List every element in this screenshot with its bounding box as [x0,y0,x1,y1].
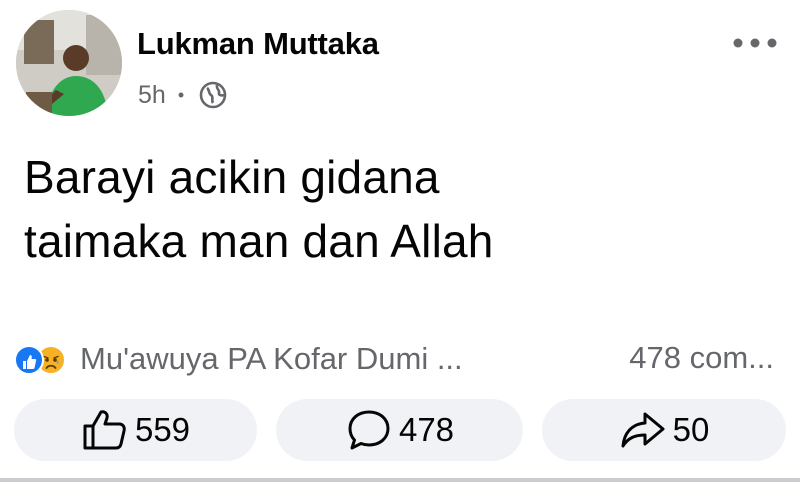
like-button[interactable]: 559 [14,399,257,461]
post-text: Barayi acikin gidana taimaka man dan All… [24,145,764,273]
thumbs-up-icon [83,410,126,450]
divider [0,478,800,482]
post-time[interactable]: 5h [138,81,166,110]
reactions-summary: Mu'awuya PA Kofar Dumi ... 478 com... [14,338,784,380]
globe-icon[interactable] [198,80,228,110]
avatar-photo [16,10,122,116]
author-name[interactable]: Lukman Muttaka [137,26,379,62]
post-meta: 5h • [138,78,228,112]
post-text-line: Barayi acikin gidana [24,151,440,203]
post-text-line: taimaka man dan Allah [24,215,494,267]
meta-separator: • [177,84,185,105]
reaction-icons[interactable] [14,341,78,377]
comments-count[interactable]: 478 com... [629,340,774,376]
avatar[interactable] [16,10,122,116]
comment-count: 478 [398,411,455,448]
comment-bubble-icon [348,410,390,450]
more-options-icon[interactable] [730,30,780,56]
share-count: 50 [672,411,710,448]
share-button[interactable]: 50 [542,399,786,461]
comment-button[interactable]: 478 [276,399,523,461]
like-count: 559 [134,411,191,448]
reactors-text[interactable]: Mu'awuya PA Kofar Dumi ... [80,341,463,377]
post-card: Lukman Muttaka 5h • Barayi acikin gidana… [0,0,800,482]
like-reaction-icon [14,345,44,375]
share-arrow-icon [621,412,665,448]
